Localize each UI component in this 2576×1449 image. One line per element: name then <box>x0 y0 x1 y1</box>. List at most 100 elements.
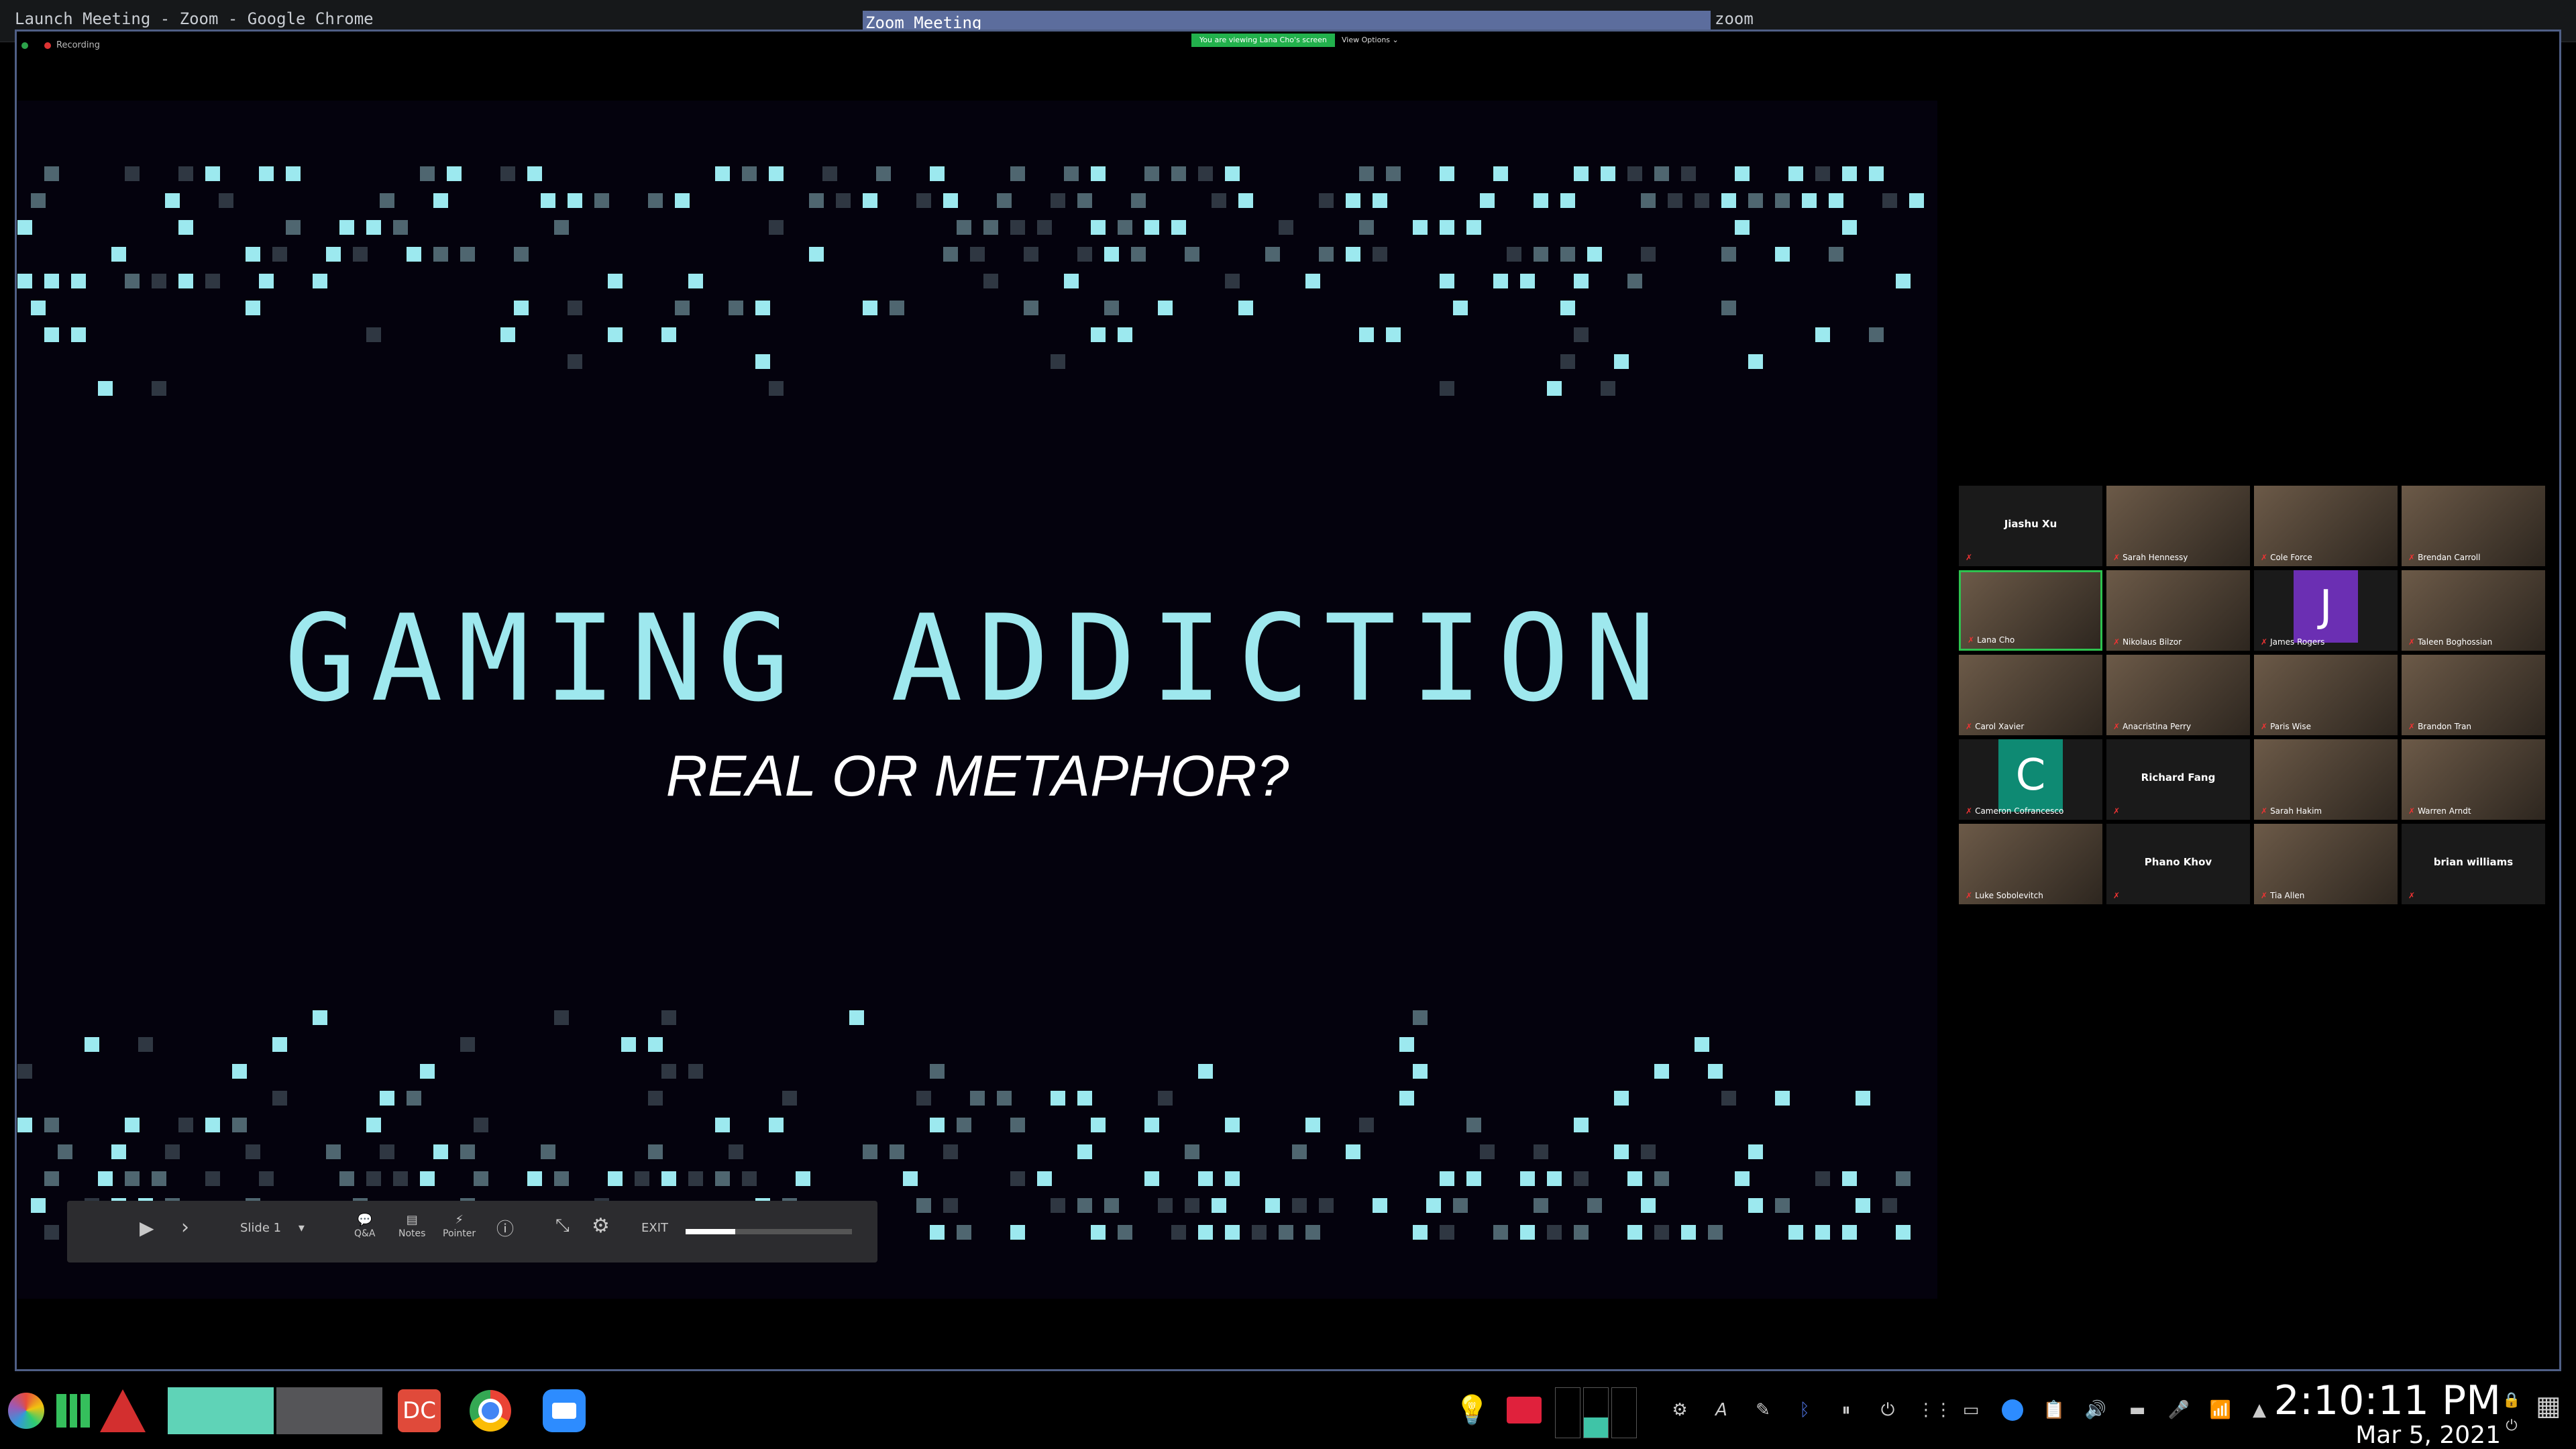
participant-center-name: Phano Khov <box>2144 856 2212 868</box>
gear-icon[interactable]: ⚙ <box>592 1214 610 1238</box>
battery-icon[interactable]: ▬ <box>2125 1398 2149 1422</box>
participant-tile[interactable]: ✗ Warren Arndt <box>2402 739 2545 820</box>
next-icon[interactable]: › <box>181 1216 189 1239</box>
volume-icon[interactable]: 🔊 <box>2084 1398 2108 1422</box>
taskbar-window-2[interactable] <box>276 1387 382 1434</box>
mic-icon[interactable]: 🎤 <box>2167 1398 2191 1422</box>
participant-name: ✗ Luke Sobolevitch <box>1966 891 2043 900</box>
shield-icon <box>21 42 28 49</box>
wifi-icon[interactable]: 📶 <box>2208 1398 2233 1422</box>
participant-tile[interactable]: ✗ Nikolaus Bilzor <box>2106 570 2250 651</box>
participant-name-label: Brendan Carroll <box>2418 553 2481 562</box>
participant-tile[interactable]: C ✗ Cameron Cofrancesco <box>1959 739 2102 820</box>
chrome-icon[interactable] <box>467 1387 514 1434</box>
muted-mic-icon: ✗ <box>1966 722 1973 731</box>
qa-button[interactable]: 💬 Q&A <box>354 1213 376 1239</box>
clock-time: 2:10:11 PM <box>2273 1377 2501 1424</box>
participant-tile[interactable]: ✗ Paris Wise <box>2254 655 2398 735</box>
workspaces[interactable] <box>1555 1387 1638 1438</box>
participant-name: ✗ Lana Cho <box>1968 635 2015 645</box>
participant-tile[interactable]: Phano Khov ✗ <box>2106 824 2250 904</box>
participant-tile[interactable]: brian williams ✗ <box>2402 824 2545 904</box>
red-triangle-icon[interactable] <box>99 1387 146 1434</box>
recording-indicator: Recording <box>21 40 100 50</box>
pause-icon[interactable]: ⏸ <box>1834 1398 1858 1422</box>
muted-mic-icon: ✗ <box>2408 806 2416 816</box>
participant-name-label: Warren Arndt <box>2418 806 2471 816</box>
participant-name: ✗ Paris Wise <box>2261 722 2311 731</box>
participant-center-name: Jiashu Xu <box>2004 518 2057 530</box>
participant-tile[interactable]: ✗ Luke Sobolevitch <box>1959 824 2102 904</box>
clipboard-icon[interactable]: 📋 <box>2042 1398 2066 1422</box>
info-icon[interactable]: ⓘ <box>496 1216 514 1240</box>
power-icon[interactable]: ⏻ <box>1876 1398 1900 1422</box>
participant-tile[interactable]: ✗ Brandon Tran <box>2402 655 2545 735</box>
participant-name: ✗ Tia Allen <box>2261 891 2304 900</box>
participant-name-label: Nikolaus Bilzor <box>2123 637 2182 647</box>
bulb-icon[interactable]: 💡 <box>1454 1396 1489 1424</box>
slide-subtitle: REAL OR METAPHOR? <box>665 744 1289 808</box>
muted-mic-icon: ✗ <box>2113 637 2121 647</box>
participant-tile[interactable]: ✗ Sarah Hakim <box>2254 739 2398 820</box>
slide-selector-label: Slide 1 <box>240 1221 282 1235</box>
participant-tile[interactable]: Jiashu Xu ✗ <box>1959 486 2102 566</box>
viewing-screen-badge: You are viewing Lana Cho's screen <box>1191 34 1335 47</box>
participant-name-label: Cameron Cofrancesco <box>1975 806 2064 816</box>
participant-name: ✗ Anacristina Perry <box>2113 722 2191 731</box>
participant-name-label: Sarah Hennessy <box>2123 553 2188 562</box>
participant-tile[interactable]: ✗ Carol Xavier <box>1959 655 2102 735</box>
muted-mic-icon: ✗ <box>2261 891 2268 900</box>
participant-name: ✗ Brandon Tran <box>2408 722 2471 731</box>
exit-button[interactable]: EXIT <box>641 1221 668 1235</box>
participant-tile[interactable]: ✗ Cole Force <box>2254 486 2398 566</box>
muted-mic-icon: ✗ <box>2113 553 2121 562</box>
zoom-tray-icon[interactable] <box>2000 1398 2025 1422</box>
participant-tile[interactable]: ✗ Brendan Carroll <box>2402 486 2545 566</box>
pen-icon[interactable]: ✎ <box>1751 1398 1775 1422</box>
participant-tile[interactable]: ✗ Taleen Boghossian <box>2402 570 2545 651</box>
monitor-icon[interactable]: ▭ <box>1959 1398 1983 1422</box>
pointer-button[interactable]: ⚡ Pointer <box>443 1213 476 1239</box>
clock[interactable]: 2:10:11 PM Mar 5, 2021 <box>2274 1379 2501 1449</box>
participant-center-name: Richard Fang <box>2141 771 2216 784</box>
font-icon[interactable]: A <box>1709 1398 1733 1422</box>
participant-tile[interactable]: ✗ Tia Allen <box>2254 824 2398 904</box>
bluetooth-icon[interactable]: ᛒ <box>1792 1398 1817 1422</box>
participant-tile[interactable]: Richard Fang ✗ <box>2106 739 2250 820</box>
muted-mic-icon: ✗ <box>2261 722 2268 731</box>
shutdown-icon[interactable]: ⏻ <box>2500 1414 2524 1438</box>
muted-mic-icon: ✗ <box>1968 635 1975 645</box>
settings-icon[interactable]: ⚙ <box>1668 1398 1692 1422</box>
up-arrow-icon[interactable]: ▲ <box>2247 1398 2271 1422</box>
clock-date: Mar 5, 2021 <box>2355 1421 2501 1449</box>
dc-icon[interactable]: DC <box>396 1387 443 1434</box>
zoom-icon[interactable] <box>541 1387 588 1434</box>
pinwheel-icon[interactable] <box>3 1387 50 1434</box>
participant-name-label: Lana Cho <box>1977 635 2015 645</box>
grid-icon[interactable]: ⋮⋮ <box>1917 1398 1952 1422</box>
notes-icon: ▤ <box>406 1213 418 1227</box>
view-options-button[interactable]: View Options ⌄ <box>1335 34 1405 47</box>
slide-progress-bar[interactable] <box>686 1229 852 1234</box>
folder-icon[interactable] <box>1507 1397 1542 1424</box>
participant-name-label: Cole Force <box>2270 553 2312 562</box>
participant-name: ✗ Cole Force <box>2261 553 2312 562</box>
exit-fullscreen-icon[interactable]: ⤡ <box>555 1216 570 1236</box>
participant-name: ✗ Sarah Hennessy <box>2113 553 2188 562</box>
participant-tile[interactable]: J ✗ James Rogers <box>2254 570 2398 651</box>
participant-tile[interactable]: ✗ Anacristina Perry <box>2106 655 2250 735</box>
slide-selector[interactable]: Slide 1 ▾ <box>240 1221 305 1235</box>
participant-name-label: James Rogers <box>2270 637 2325 647</box>
manjaro-icon[interactable] <box>50 1387 97 1434</box>
participant-tile[interactable]: ✗ Lana Cho <box>1959 570 2102 651</box>
participant-name-label: Carol Xavier <box>1975 722 2025 731</box>
play-icon[interactable]: ▶ <box>140 1217 154 1239</box>
participant-mute-status: ✗ <box>2408 891 2418 900</box>
notes-button[interactable]: ▤ Notes <box>398 1213 425 1239</box>
lock-icon[interactable]: 🔒 <box>2500 1389 2524 1413</box>
taskbar-window-1[interactable] <box>168 1387 274 1434</box>
slide-progress-fill <box>686 1229 736 1234</box>
slide-title: GAMING ADDICTION <box>284 589 1671 728</box>
participant-tile[interactable]: ✗ Sarah Hennessy <box>2106 486 2250 566</box>
menu-icon[interactable]: ▦ <box>2536 1393 2561 1419</box>
